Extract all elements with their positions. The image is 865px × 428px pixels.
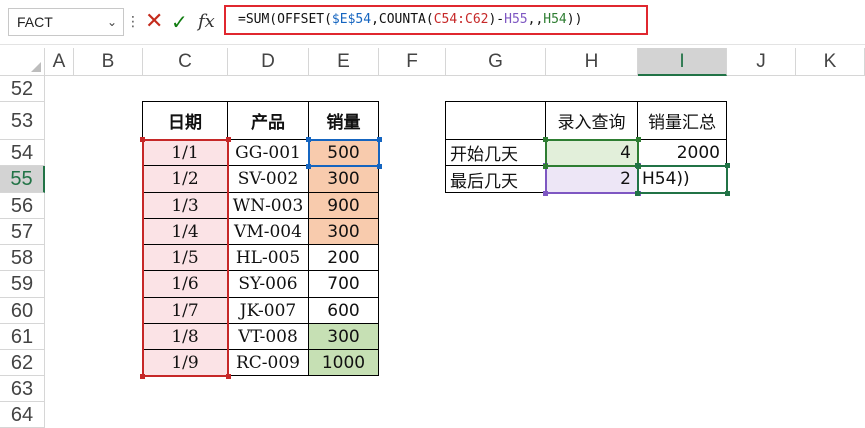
range-c54-c62-handle [140,374,145,379]
formula-ref-h54: H54 [543,12,567,27]
sales-cell[interactable]: 1000 [308,349,379,376]
cancel-icon[interactable]: ✕ [145,10,163,34]
summary-label-cell[interactable]: 开始几天 [445,139,546,166]
sales-cell[interactable]: 600 [308,297,379,324]
column-header-i[interactable]: I [638,48,727,76]
table-header-cell[interactable]: 销量 [308,101,379,140]
column-header-e[interactable]: E [309,48,379,76]
formula-ref-h55: H55 [504,12,528,27]
row-header-54[interactable]: 54 [0,140,45,166]
active-cell-i55-handle [725,191,730,196]
column-header-f[interactable]: F [379,48,446,76]
product-cell[interactable]: SY-006 [227,270,309,298]
formula-text: =SUM(OFFSET( [238,12,332,27]
range-h54-handle [543,137,548,142]
date-cell[interactable]: 1/3 [142,192,228,219]
table-header-cell[interactable]: 产品 [227,101,309,140]
summary-header-cell[interactable]: 录入查询 [545,101,638,140]
date-cell[interactable]: 1/2 [142,165,228,193]
sales-cell[interactable]: 700 [308,270,379,298]
select-all-corner[interactable] [0,48,45,76]
column-header-h[interactable]: H [546,48,638,76]
sales-cell[interactable]: 200 [308,244,379,271]
column-header-b[interactable]: B [74,48,143,76]
row-header-59[interactable]: 59 [0,271,45,298]
range-e54-handle [306,164,311,169]
active-cell-i55-handle [635,163,640,168]
last-days-input[interactable]: 2 [545,165,638,193]
column-header-d[interactable]: D [228,48,309,76]
row-header-61[interactable]: 61 [0,324,45,350]
summary-header-cell[interactable]: 销量汇总 [637,101,727,140]
row-header-53[interactable]: 53 [0,102,45,140]
table-header-cell[interactable]: 日期 [142,101,228,140]
date-cell[interactable]: 1/6 [142,270,228,298]
product-cell[interactable]: JK-007 [227,297,309,324]
product-cell[interactable]: VM-004 [227,218,309,245]
range-e54-handle [377,137,382,142]
formula-ref-c54-c62: C54:C62 [433,12,489,27]
product-cell[interactable]: RC-009 [227,349,309,376]
range-e54-handle [377,164,382,169]
enter-check-icon[interactable]: ✓ [171,10,188,34]
formula-text: ,COUNTA( [371,12,434,27]
product-cell[interactable]: WN-003 [227,192,309,219]
sales-cell[interactable]: 300 [308,218,379,245]
column-header-k[interactable]: K [796,48,865,76]
date-cell[interactable]: 1/7 [142,297,228,324]
range-c54-c62-handle [140,137,145,142]
date-cell[interactable]: 1/4 [142,218,228,245]
range-c54-c62-handle [226,374,231,379]
row-header-64[interactable]: 64 [0,402,45,428]
date-cell[interactable]: 1/1 [142,139,228,166]
range-c54-c62-handle [226,137,231,142]
column-header-c[interactable]: C [143,48,228,76]
row-header-55[interactable]: 55 [0,166,45,193]
product-cell[interactable]: VT-008 [227,323,309,350]
chevron-down-icon[interactable]: ⌄ [107,9,117,35]
product-cell[interactable]: SV-002 [227,165,309,193]
row-header-57[interactable]: 57 [0,219,45,245]
column-header-g[interactable]: G [446,48,546,76]
formula-bar: FACT ⌄ ⋮ ✕ ✓ fx =SUM(OFFSET($E$54,COUNTA… [0,0,865,45]
active-cell-i55-handle [725,163,730,168]
row-header-62[interactable]: 62 [0,350,45,376]
range-h54-handle [636,137,641,142]
date-cell[interactable]: 1/8 [142,323,228,350]
sales-cell[interactable]: 500 [308,139,379,166]
summary-label-cell[interactable]: 最后几天 [445,165,546,193]
name-box-value: FACT [17,14,53,30]
formula-text: )) [566,12,583,27]
range-e54-handle [306,137,311,142]
range-h54-handle [543,164,548,169]
formula-text: ,, [527,12,544,27]
sales-cell[interactable]: 300 [308,323,379,350]
product-cell[interactable]: HL-005 [227,244,309,271]
column-header-a[interactable]: A [45,48,74,76]
summary-header-cell[interactable] [445,101,546,140]
formula-text: )- [488,12,505,27]
sum-result-cell[interactable]: 2000 [637,139,727,166]
row-header-58[interactable]: 58 [0,245,45,271]
row-header-63[interactable]: 63 [0,376,45,402]
start-days-input[interactable]: 4 [545,139,638,166]
sales-cell[interactable]: 900 [308,192,379,219]
insert-function-icon[interactable]: fx [198,10,215,34]
range-h55-handle [543,191,548,196]
row-header-56[interactable]: 56 [0,193,45,219]
active-cell-i55-handle [635,191,640,196]
row-header-52[interactable]: 52 [0,76,45,102]
date-cell[interactable]: 1/9 [142,349,228,376]
product-cell[interactable]: GG-001 [227,139,309,166]
name-box[interactable]: FACT ⌄ [8,8,124,36]
more-options-icon[interactable]: ⋮ [126,14,140,30]
formula-input[interactable]: =SUM(OFFSET($E$54,COUNTA(C54:C62)-H55,,H… [224,5,648,35]
column-header-j[interactable]: J [727,48,796,76]
formula-ref-e54: $E$54 [331,12,372,27]
date-cell[interactable]: 1/5 [142,244,228,271]
row-header-60[interactable]: 60 [0,298,45,324]
sales-cell[interactable]: 300 [308,165,379,193]
active-editing-cell[interactable]: H54)) [637,165,727,193]
